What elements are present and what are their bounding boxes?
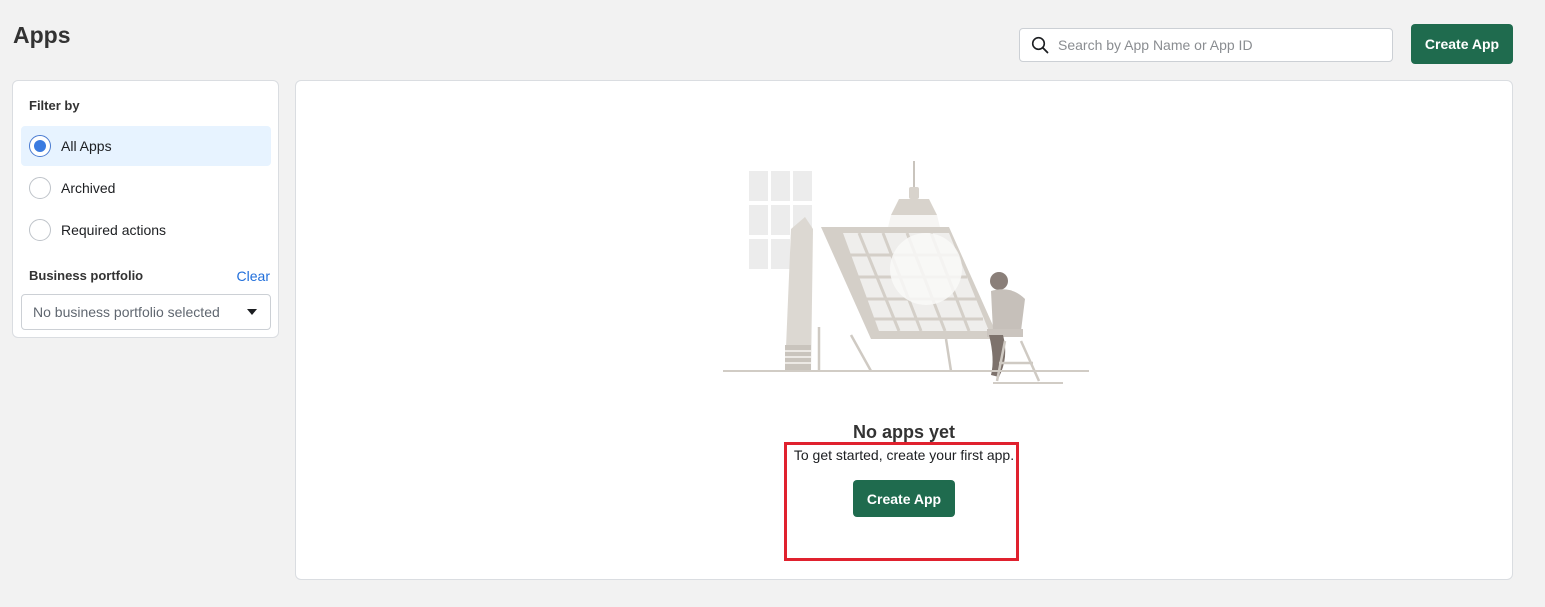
filter-option-label: Required actions <box>61 222 167 238</box>
main-content-panel: No apps yet To get started, create your … <box>295 80 1513 580</box>
dropdown-selected-value: No business portfolio selected <box>33 304 220 320</box>
radio-icon[interactable] <box>29 219 51 241</box>
clear-link[interactable]: Clear <box>237 268 270 284</box>
radio-selected-icon[interactable] <box>29 135 51 157</box>
create-app-button[interactable]: Create App <box>1411 24 1513 64</box>
business-portfolio-title: Business portfolio <box>29 268 144 283</box>
filter-option-required-actions[interactable]: Required actions <box>21 210 271 250</box>
empty-state-title: No apps yet <box>852 422 956 442</box>
filter-option-archived[interactable]: Archived <box>21 168 271 208</box>
empty-state-illustration <box>723 161 1089 384</box>
page-title: Apps <box>13 22 71 48</box>
radio-icon[interactable] <box>29 177 51 199</box>
search-box[interactable] <box>1019 28 1393 62</box>
business-portfolio-dropdown[interactable]: No business portfolio selected <box>21 294 271 330</box>
filter-option-label: Archived <box>61 180 116 196</box>
search-icon <box>1030 35 1050 55</box>
caret-down-icon <box>247 309 257 315</box>
filter-option-all-apps[interactable]: All Apps <box>21 126 271 166</box>
empty-state-subtitle: To get started, create your first app. <box>793 447 1015 463</box>
search-input[interactable] <box>1056 36 1380 54</box>
filter-option-label: All Apps <box>61 138 112 154</box>
create-first-app-button[interactable]: Create App <box>853 480 955 517</box>
filter-title: Filter by <box>29 98 80 113</box>
filter-panel: Filter by All Apps Archived Required act… <box>12 80 279 338</box>
